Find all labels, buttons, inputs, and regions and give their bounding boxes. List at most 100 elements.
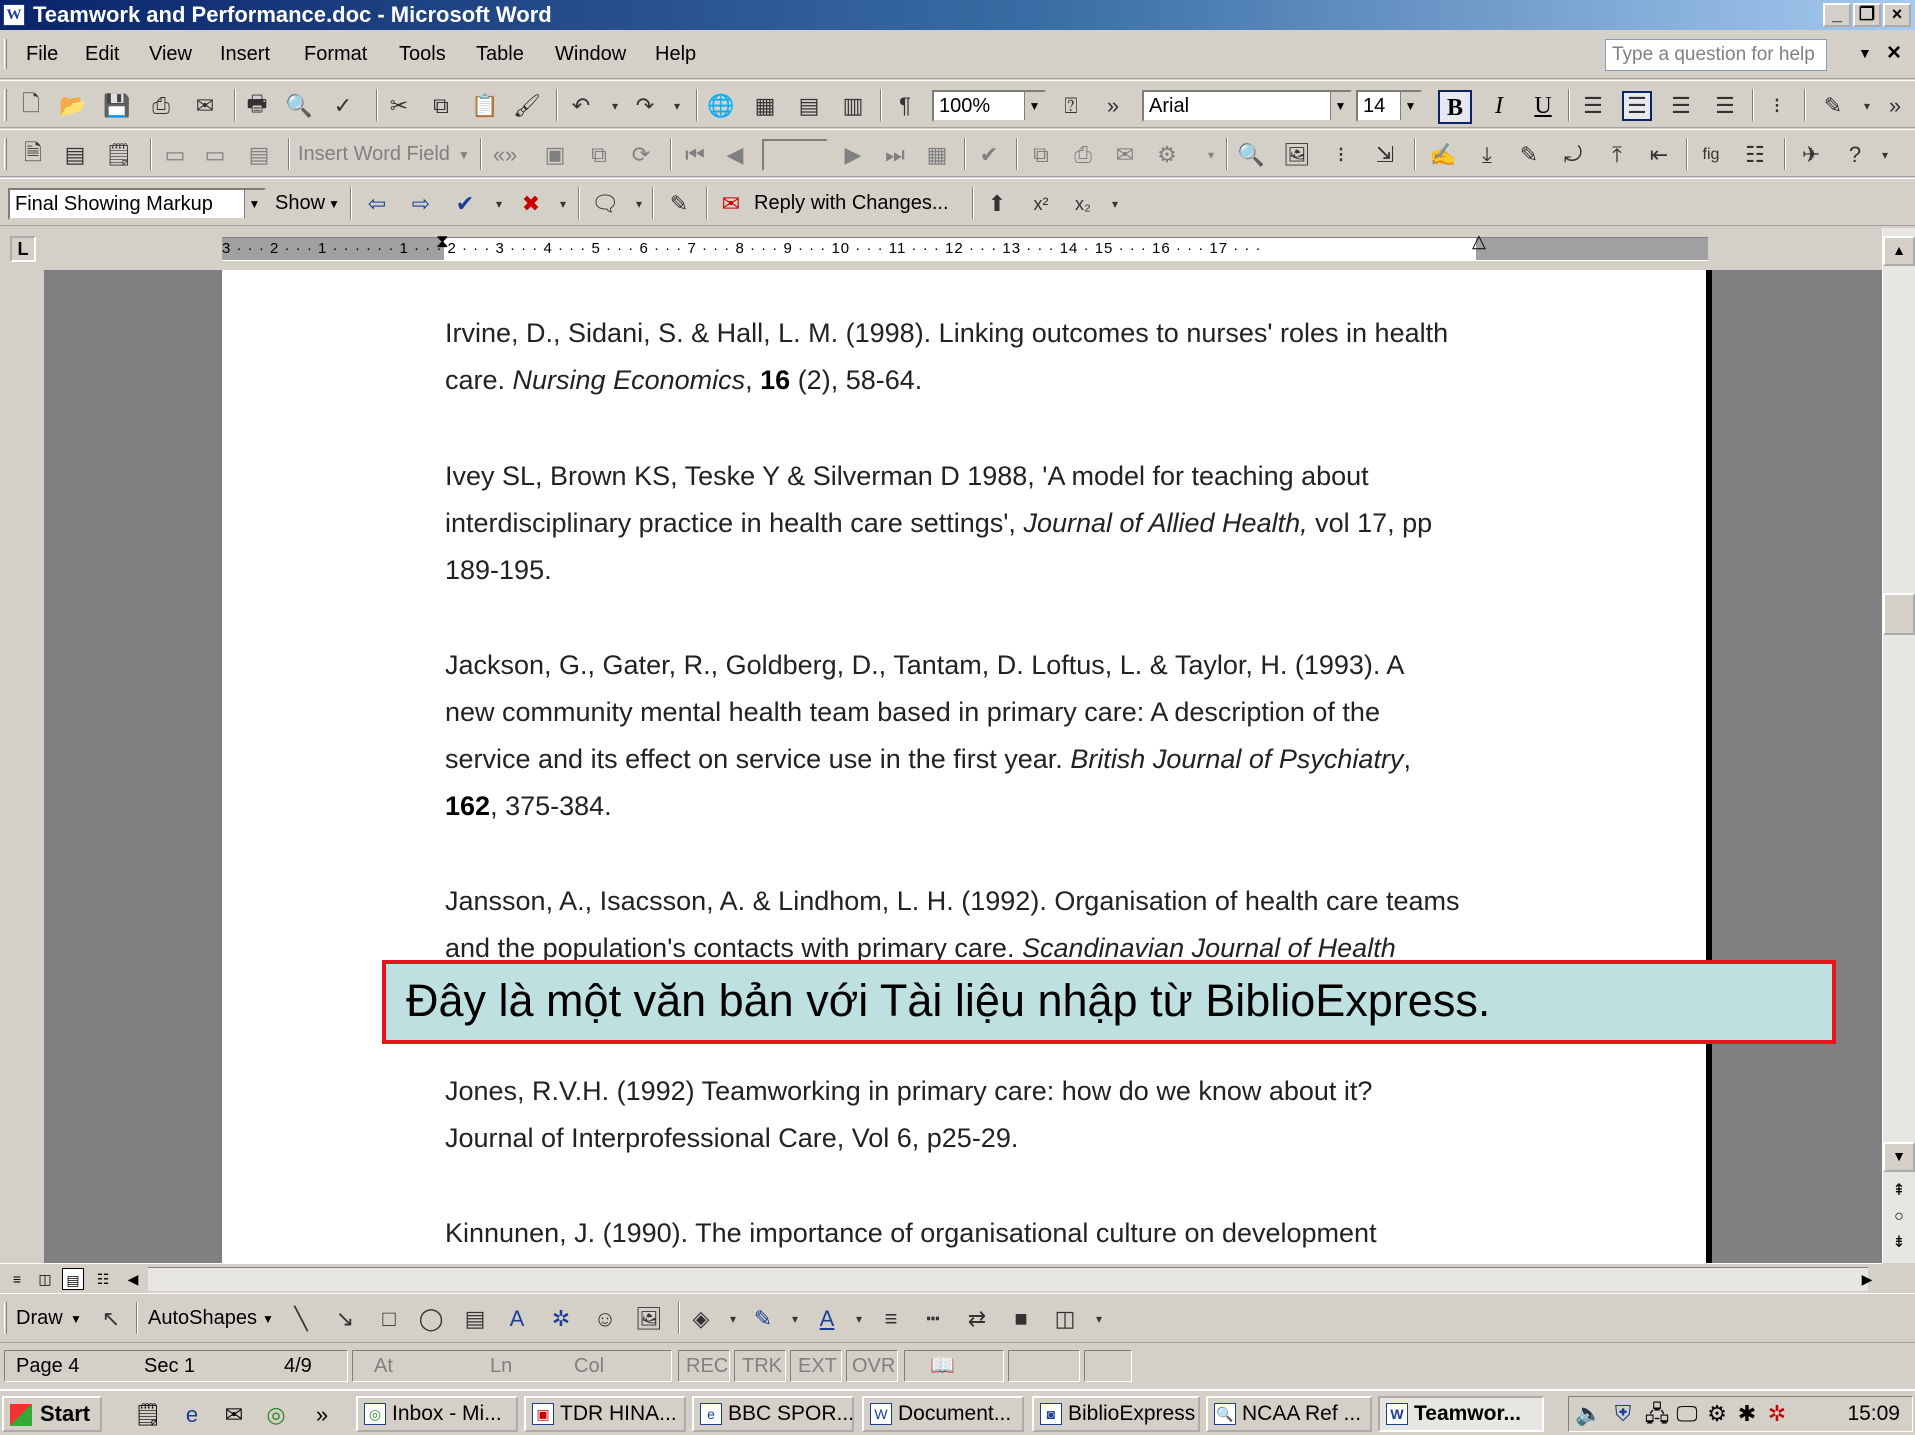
monitor-icon[interactable]: 🖵 (1673, 1400, 1701, 1428)
toolbar-options-icon[interactable]: » (1098, 91, 1128, 121)
copy-icon[interactable]: ⧉ (426, 91, 456, 121)
insert-merge-fields-icon[interactable]: ▤ (244, 140, 274, 170)
find-entry-icon[interactable]: ▦ (922, 140, 952, 170)
insert-comment-icon[interactable]: 🗨 (590, 189, 620, 219)
drawing-options-icon[interactable]: ▾ (1084, 1304, 1114, 1334)
show-hide-icon[interactable]: ¶ (890, 91, 920, 121)
reviewing-pane-icon[interactable]: ⬆ (982, 189, 1012, 219)
permission-icon[interactable]: ⎙ (146, 91, 176, 121)
save-icon[interactable]: 💾 (102, 91, 132, 121)
task-bbc[interactable]: e BBC SPOR... (692, 1396, 854, 1432)
menu-grip[interactable] (4, 39, 7, 69)
font-size-select[interactable]: 14 ▼ (1356, 90, 1422, 122)
font-color-dropdown-icon[interactable]: ▾ (844, 1304, 874, 1334)
toolbar-grip-2[interactable] (4, 138, 7, 170)
reject-dropdown-icon[interactable]: ▾ (548, 189, 578, 219)
align-center-icon[interactable]: ☰ (1622, 91, 1652, 121)
status-trk[interactable]: TRK (742, 1352, 782, 1380)
autoshapes-dropdown-icon[interactable]: ▼ (262, 1312, 274, 1326)
main-document-setup-icon[interactable]: 🗎 (18, 140, 48, 170)
match-fields-icon[interactable]: ⧉ (584, 140, 614, 170)
tray-app-icon-2[interactable]: ✱ (1733, 1400, 1761, 1428)
find-icon[interactable]: 🔍 (1236, 140, 1266, 170)
reviewing-options-icon[interactable]: ▾ (1100, 189, 1130, 219)
merge-to-document-icon[interactable]: ⧉ (1026, 140, 1056, 170)
font-color-icon[interactable]: A (812, 1304, 842, 1334)
figure-icon[interactable]: fig (1696, 140, 1726, 170)
unformat-icon[interactable]: ⤾ (1558, 140, 1588, 170)
formatting-options-icon[interactable]: » (1880, 91, 1910, 121)
merge-options-icon[interactable]: ▾ (1196, 140, 1226, 170)
task-document[interactable]: W Document... (862, 1396, 1024, 1432)
line-color-icon[interactable]: ✎ (748, 1304, 778, 1334)
highlight-dropdown-icon[interactable]: ▾ (1852, 91, 1882, 121)
task-teamwork[interactable]: W Teamwor... (1378, 1396, 1544, 1432)
left-indent-marker[interactable]: ⧗ (436, 232, 449, 250)
insert-word-field-button[interactable]: Insert Word Field (298, 143, 450, 166)
italic-button[interactable]: I (1482, 90, 1516, 124)
fill-color-dropdown-icon[interactable]: ▾ (718, 1304, 748, 1334)
bullets-icon[interactable]: ⁝ (1762, 91, 1792, 121)
tray-app-icon-3[interactable]: ✲ (1763, 1400, 1791, 1428)
tray-app-icon[interactable]: ⚙ (1703, 1400, 1731, 1428)
first-record-icon[interactable]: ⏮ (680, 140, 710, 170)
task-tdr[interactable]: ▣ TDR HINA... (524, 1396, 686, 1432)
figure-list-icon[interactable]: ☷ (1740, 140, 1770, 170)
font-size-dropdown-icon[interactable]: ▼ (1400, 92, 1420, 120)
draw-grip[interactable] (4, 1302, 7, 1334)
task-inbox[interactable]: ◎ Inbox - Mi... (356, 1396, 518, 1432)
scroll-up-icon[interactable]: ▲ (1883, 236, 1915, 266)
right-indent-marker[interactable]: △ (1472, 232, 1486, 250)
font-select[interactable]: Arial ▼ (1142, 90, 1352, 122)
quicklaunch-outlook-icon[interactable]: ✉ (220, 1401, 248, 1429)
scroll-thumb[interactable] (1883, 593, 1915, 635)
menu-view[interactable]: View (149, 43, 192, 66)
menu-file[interactable]: File (26, 43, 58, 66)
draw-dropdown-icon[interactable]: ▼ (70, 1312, 82, 1326)
merge-to-printer-icon[interactable]: ⎙ (1068, 140, 1098, 170)
email-icon[interactable]: ✉ (190, 91, 220, 121)
volume-icon[interactable]: 🔈 (1575, 1400, 1603, 1428)
superscript-icon[interactable]: x² (1026, 189, 1056, 219)
subscript-icon[interactable]: x₂ (1068, 189, 1098, 219)
menu-table[interactable]: Table (476, 43, 524, 66)
import-icon[interactable]: ⤓ (1472, 140, 1502, 170)
previous-page-icon[interactable]: ⇞ (1883, 1178, 1915, 1204)
reply-with-changes-icon[interactable]: ✉ (716, 189, 746, 219)
quicklaunch-clock-icon[interactable]: ◎ (262, 1401, 290, 1429)
format-painter-icon[interactable]: 🖌 (512, 91, 542, 121)
next-page-icon[interactable]: ⇟ (1883, 1230, 1915, 1256)
line-icon[interactable]: ╲ (286, 1304, 316, 1334)
insert-picture-icon[interactable]: 🖼 (1282, 140, 1312, 170)
font-dropdown-icon[interactable]: ▼ (1330, 92, 1350, 120)
print-preview-icon[interactable]: 🔍 (284, 91, 314, 121)
start-button[interactable]: Start (2, 1396, 102, 1432)
show-dropdown-icon[interactable]: ▼ (328, 197, 340, 211)
network-icon[interactable]: 🖧 (1643, 1400, 1671, 1428)
insert-greeting-icon[interactable]: ▭ (200, 140, 230, 170)
view-merged-data-icon[interactable]: «» (490, 140, 520, 170)
check-errors-icon[interactable]: ✔ (974, 140, 1004, 170)
highlight-fields-icon[interactable]: ▣ (540, 140, 570, 170)
clip-art-icon[interactable]: ☺ (590, 1304, 620, 1334)
previous-record-icon[interactable]: ◀ (720, 140, 750, 170)
spelling-status-icon[interactable]: 📖 (930, 1352, 955, 1380)
align-left-icon[interactable]: ☰ (1578, 91, 1608, 121)
antivirus-icon[interactable]: ⛨ (1609, 1400, 1637, 1428)
bibliography-icon[interactable]: ⇤ (1644, 140, 1674, 170)
horizontal-ruler[interactable]: 3 · · · 2 · · · 1 · · · · · · 1 · · · 2 … (222, 232, 1708, 261)
redo-icon[interactable]: ↷ (630, 91, 660, 121)
tables-borders-icon[interactable]: ▦ (750, 91, 780, 121)
web-view-icon[interactable]: ◫ (34, 1268, 56, 1290)
propagate-labels-icon[interactable]: ⟳ (626, 140, 656, 170)
tab-selector[interactable]: L (10, 236, 36, 262)
export-icon[interactable]: ⤒ (1602, 140, 1632, 170)
status-ext[interactable]: EXT (798, 1352, 837, 1380)
quicklaunch-ie-icon[interactable]: e (178, 1401, 206, 1429)
fill-color-icon[interactable]: ◈ (686, 1304, 716, 1334)
merge-to-fax-icon[interactable]: ⚙ (1152, 140, 1182, 170)
undo-dropdown-icon[interactable]: ▾ (600, 91, 630, 121)
spelling-icon[interactable]: ✓ (328, 91, 358, 121)
open-icon[interactable]: 📂 (58, 91, 88, 121)
accept-change-icon[interactable]: ✔ (450, 189, 480, 219)
